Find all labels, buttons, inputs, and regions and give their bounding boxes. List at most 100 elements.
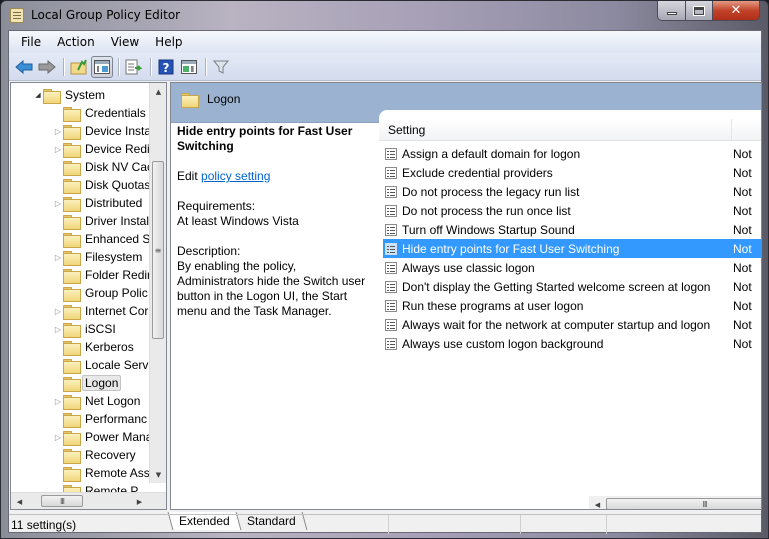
setting-name: Run these programs at user logon	[402, 298, 584, 313]
list-item[interactable]: Do not process the run once list Not	[383, 201, 761, 220]
expand-arrow-icon[interactable]: ▷	[53, 253, 63, 262]
tree-item[interactable]: Locale Servi	[53, 356, 151, 374]
tree-item[interactable]: Logon	[53, 374, 122, 392]
minimize-button[interactable]	[657, 1, 686, 21]
list-header: Setting	[379, 119, 761, 141]
status-cell-2	[389, 515, 521, 534]
list-horizontal-scrollbar[interactable]: ◀ III ▶	[589, 496, 761, 509]
list-item[interactable]: Exclude credential providers Not	[383, 163, 761, 182]
setting-state: Not	[733, 203, 752, 218]
expand-arrow-icon[interactable]: ▷	[53, 127, 63, 136]
tree-vertical-scroll-thumb[interactable]: ≡	[152, 161, 164, 339]
tree-item-label: Folder Redir	[85, 268, 152, 282]
policy-setting-icon	[385, 185, 397, 198]
maximize-button[interactable]	[686, 1, 713, 21]
scroll-down-arrow-icon[interactable]: ▼	[150, 466, 166, 483]
expand-arrow-icon[interactable]: ▷	[53, 433, 63, 442]
folder-icon	[63, 340, 81, 356]
list-item[interactable]: Turn off Windows Startup Sound Not	[383, 220, 761, 239]
setting-name: Do not process the legacy run list	[402, 184, 580, 199]
back-arrow-icon	[15, 59, 33, 74]
list-item[interactable]: Assign a default domain for logon Not	[383, 144, 761, 163]
tree-item[interactable]: Performanc	[53, 410, 147, 428]
list-item[interactable]: Do not process the legacy run list Not	[383, 182, 761, 201]
list-item[interactable]: Always wait for the network at computer …	[383, 315, 761, 334]
tree-item[interactable]: Driver Instal	[53, 212, 149, 230]
scroll-right-arrow-icon[interactable]: ▶	[131, 493, 148, 509]
column-header-setting[interactable]: Setting	[388, 123, 425, 137]
tree-vertical-scrollbar[interactable]: ▲ ≡ ▼	[149, 83, 166, 483]
setting-name: Assign a default domain for logon	[402, 146, 581, 161]
action-pane-icon	[181, 59, 197, 74]
up-one-level-button[interactable]	[68, 56, 90, 78]
scroll-left-arrow-icon[interactable]: ◀	[589, 496, 606, 509]
description-pane: Hide entry points for Fast User Switchin…	[171, 124, 381, 509]
description-text: By enabling the policy, Administrators h…	[177, 259, 366, 318]
list-item[interactable]: Run these programs at user logon Not	[383, 296, 761, 315]
help-button[interactable]: ?	[155, 56, 177, 78]
column-divider[interactable]	[731, 119, 732, 141]
minimize-icon	[666, 12, 677, 15]
scroll-up-arrow-icon[interactable]: ▲	[150, 83, 166, 100]
list-item[interactable]: Don't display the Getting Started welcom…	[383, 277, 761, 296]
console-tree[interactable]: ◢ System Credentials ▷ Device Insta ▷ Device R…	[10, 82, 167, 510]
tree-horizontal-scroll-thumb[interactable]: III	[41, 495, 83, 507]
status-bar: 11 setting(s)	[9, 514, 761, 534]
title-bar[interactable]: Local Group Policy Editor ✕	[1, 1, 768, 31]
list-item[interactable]: Always use custom logon background Not	[383, 334, 761, 353]
expand-arrow-icon[interactable]: ▷	[53, 325, 63, 334]
edit-policy-setting-link[interactable]: policy setting	[201, 169, 270, 183]
menu-action[interactable]: Action	[49, 35, 103, 49]
menu-view[interactable]: View	[103, 35, 147, 49]
tree-item-label: Internet Cor	[85, 304, 149, 318]
tree-item[interactable]: Recovery	[53, 446, 136, 464]
expand-arrow-icon[interactable]: ▷	[53, 199, 63, 208]
folder-icon	[43, 88, 61, 104]
tree-item[interactable]: Remote Ass	[53, 464, 150, 482]
menu-help[interactable]: Help	[147, 35, 190, 49]
tree-item[interactable]: Credentials	[53, 104, 146, 122]
tree-item-label: Disk NV Cac	[85, 160, 154, 174]
collapse-arrow-icon[interactable]: ◢	[33, 91, 43, 99]
folder-icon	[63, 376, 81, 392]
menu-file[interactable]: File	[13, 35, 49, 49]
tree-item[interactable]: Kerberos	[53, 338, 134, 356]
back-button[interactable]	[13, 56, 35, 78]
tree-item[interactable]: ▷ iSCSI	[53, 320, 116, 338]
tree-item[interactable]: Group Polic	[53, 284, 148, 302]
show-hide-console-tree-button[interactable]	[91, 55, 113, 78]
list-horizontal-scroll-thumb[interactable]: III	[606, 498, 761, 509]
tree-item[interactable]: Folder Redir	[53, 266, 151, 284]
tree-item[interactable]: Enhanced S	[53, 230, 150, 248]
tree-item[interactable]: Disk Quotas	[53, 176, 150, 194]
expand-arrow-icon[interactable]: ▷	[53, 307, 63, 316]
tree-item[interactable]: ▷ Device Insta	[53, 122, 151, 140]
show-hide-action-pane-button[interactable]	[178, 56, 200, 78]
folder-icon	[63, 196, 81, 212]
tree-item-label: Distributed	[85, 196, 143, 210]
close-button[interactable]: ✕	[713, 1, 760, 21]
list-item[interactable]: Hide entry points for Fast User Switchin…	[383, 239, 761, 258]
list-item[interactable]: Always use classic logon Not	[383, 258, 761, 277]
tree-item[interactable]: ▷ Distributed	[53, 194, 142, 212]
tree-item[interactable]: Disk NV Cac	[53, 158, 153, 176]
tree-item[interactable]: ▷ Filesystem	[53, 248, 142, 266]
policy-setting-icon	[385, 280, 397, 293]
expand-arrow-icon[interactable]: ▷	[53, 397, 63, 406]
expand-arrow-icon[interactable]: ▷	[53, 145, 63, 154]
filter-button[interactable]	[210, 56, 232, 78]
tree-item-label: Performanc	[85, 412, 148, 426]
tree-item-label: Net Logon	[85, 394, 141, 408]
tree-item[interactable]: ▷ Device Redi	[53, 140, 150, 158]
tree-item[interactable]: ▷ Internet Cor	[53, 302, 148, 320]
export-list-button[interactable]	[123, 56, 145, 78]
tree-horizontal-scrollbar[interactable]: ◀ III ▶	[11, 492, 166, 509]
scroll-left-arrow-icon[interactable]: ◀	[11, 493, 28, 509]
policy-setting-icon	[385, 223, 397, 236]
tree-item[interactable]: ▷ Net Logon	[53, 392, 140, 410]
folder-icon	[63, 178, 81, 194]
tree-item[interactable]: ▷ Power Mana	[53, 428, 152, 446]
tree-item-system[interactable]: ◢ System	[33, 86, 105, 104]
forward-button[interactable]	[36, 56, 58, 78]
setting-state: Not	[733, 241, 752, 256]
